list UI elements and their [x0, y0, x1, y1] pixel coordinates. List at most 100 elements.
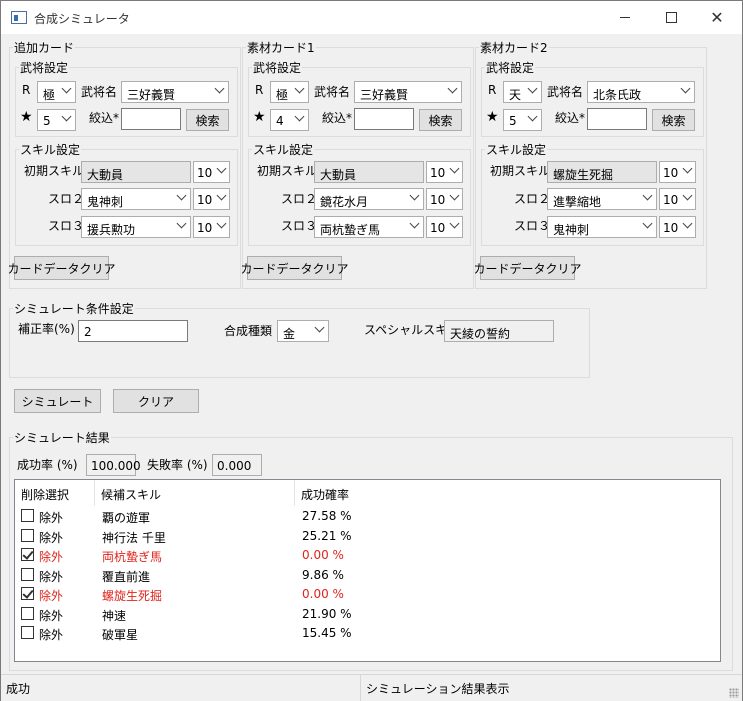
initial-skill-level-select[interactable]: 10 [426, 161, 463, 183]
filter-input[interactable] [587, 108, 647, 130]
title-bar: 合成シミュレータ ✕ [1, 1, 742, 34]
slot3-level: 10 [197, 221, 213, 235]
special-value: 天綾の誓約 [450, 327, 511, 341]
correction-value: 2 [84, 325, 92, 339]
star-select[interactable]: 5 [37, 109, 76, 131]
chevron-down-icon [680, 83, 691, 94]
success-rate-label: 成功率 (%) [17, 458, 78, 472]
initial-skill-level-select[interactable]: 10 [193, 161, 230, 183]
filter-input[interactable] [354, 108, 414, 130]
slot2-level-select[interactable]: 10 [193, 188, 230, 210]
minimize-button[interactable] [602, 1, 648, 34]
exclude-label: 除外 [39, 569, 64, 584]
rarity-label: R [488, 83, 497, 97]
card-title: 素材カード1 [247, 41, 315, 55]
rarity-value: 極 [276, 88, 289, 102]
star-icon: ★ [253, 109, 266, 125]
slot3-level-select[interactable]: 10 [659, 216, 696, 238]
maximize-button[interactable] [648, 1, 694, 34]
star-icon: ★ [486, 109, 499, 125]
slot2-level-select[interactable]: 10 [426, 188, 463, 210]
failure-rate-value: 0.000 [217, 459, 252, 473]
column-header-skill[interactable]: 候補スキル [95, 480, 295, 506]
clear-button[interactable]: クリア [113, 389, 199, 413]
exclude-label: 除外 [39, 550, 64, 564]
initial-skill-level-select[interactable]: 10 [659, 161, 696, 183]
rarity-select[interactable]: 極 [37, 81, 76, 103]
exclude-checkbox[interactable] [21, 606, 34, 620]
slot3-level-select[interactable]: 10 [193, 216, 230, 238]
correction-input[interactable]: 2 [78, 320, 188, 342]
initial-skill-box: 大動員 [81, 161, 191, 183]
slot3-value: 両杭蟄ぎ馬 [320, 223, 381, 237]
card-title: 素材カード2 [480, 41, 548, 55]
skill-settings-title: スキル設定 [253, 143, 314, 157]
simulate-button[interactable]: シミュレート [14, 389, 101, 413]
slot2-level-select[interactable]: 10 [659, 188, 696, 210]
rarity-select[interactable]: 天 [503, 81, 542, 103]
name-label: 武将名 [547, 85, 584, 99]
exclude-checkbox[interactable] [21, 528, 34, 542]
card-title: 追加カード [14, 41, 75, 55]
chevron-down-icon [682, 190, 693, 201]
chevron-down-icon [314, 322, 325, 333]
search-button[interactable]: 検索 [186, 109, 229, 131]
search-button[interactable]: 検索 [419, 109, 462, 131]
search-button[interactable]: 検索 [652, 109, 695, 131]
star-icon: ★ [20, 109, 33, 125]
name-select[interactable]: 北条氏政 [587, 81, 695, 103]
status-separator [360, 675, 361, 701]
slot3-select[interactable]: 鬼神刺 [547, 216, 657, 238]
column-header-delete[interactable]: 削除選択 [15, 480, 95, 506]
slot2-value: 鬼神刺 [87, 195, 124, 209]
result-row: 除外 覆直前進 9.86 % [15, 566, 720, 585]
chevron-down-icon [449, 190, 460, 201]
name-select[interactable]: 三好義賢 [121, 81, 229, 103]
initial-skill-value: 大動員 [320, 168, 357, 182]
initial-skill-box: 螺旋生死掘 [547, 161, 657, 183]
slot2-select[interactable]: 鏡花水月 [314, 188, 424, 210]
candidate-skill: 両杭蟄ぎ馬 [102, 550, 163, 564]
app-icon [11, 11, 27, 24]
exclude-checkbox[interactable] [21, 548, 34, 561]
exclude-checkbox[interactable] [21, 587, 34, 600]
status-bar: 成功 シミュレーション結果表示 [1, 674, 742, 701]
chevron-down-icon [642, 218, 653, 229]
exclude-checkbox[interactable] [21, 626, 34, 639]
slot3-label: スロ３ [514, 219, 551, 233]
star-select[interactable]: 5 [503, 109, 542, 131]
initial-skill-box: 大動員 [314, 161, 424, 183]
slot2-select[interactable]: 鬼神刺 [81, 188, 191, 210]
close-icon: ✕ [710, 8, 724, 27]
correction-label: 補正率(%) [18, 322, 75, 336]
exclude-checkbox[interactable] [21, 567, 34, 581]
initial-skill-label: 初期スキル [257, 164, 318, 178]
close-button[interactable]: ✕ [694, 1, 740, 34]
exclude-label: 除外 [39, 628, 64, 642]
star-select[interactable]: 4 [270, 109, 309, 131]
candidate-skill: 破軍星 [102, 628, 139, 642]
filter-label: 絞込* [89, 111, 120, 125]
chevron-down-icon [216, 190, 227, 201]
slot3-level-select[interactable]: 10 [426, 216, 463, 238]
resize-grip-icon[interactable] [729, 688, 739, 698]
name-select[interactable]: 三好義賢 [354, 81, 462, 103]
exclude-checkbox[interactable] [21, 509, 34, 522]
slot2-value: 鏡花水月 [320, 195, 369, 209]
window-title: 合成シミュレータ [34, 12, 130, 26]
exclude-label: 除外 [39, 608, 64, 623]
rarity-select[interactable]: 極 [270, 81, 309, 103]
column-header-probability[interactable]: 成功確率 [295, 480, 719, 506]
type-select[interactable]: 金 [277, 320, 329, 342]
slot2-select[interactable]: 進撃縮地 [547, 188, 657, 210]
initial-skill-label: 初期スキル [24, 164, 85, 178]
card-data-clear-button[interactable]: カードデータクリア [8, 256, 116, 280]
card-data-clear-button[interactable]: カードデータクリア [241, 256, 349, 280]
chevron-down-icon [214, 83, 225, 94]
slot3-select[interactable]: 援兵勲功 [81, 216, 191, 238]
busho-settings-title: 武将設定 [486, 61, 535, 75]
slot3-select[interactable]: 両杭蟄ぎ馬 [314, 216, 424, 238]
chevron-down-icon [682, 163, 693, 174]
card-data-clear-button[interactable]: カードデータクリア [474, 256, 582, 280]
filter-input[interactable] [121, 108, 181, 130]
